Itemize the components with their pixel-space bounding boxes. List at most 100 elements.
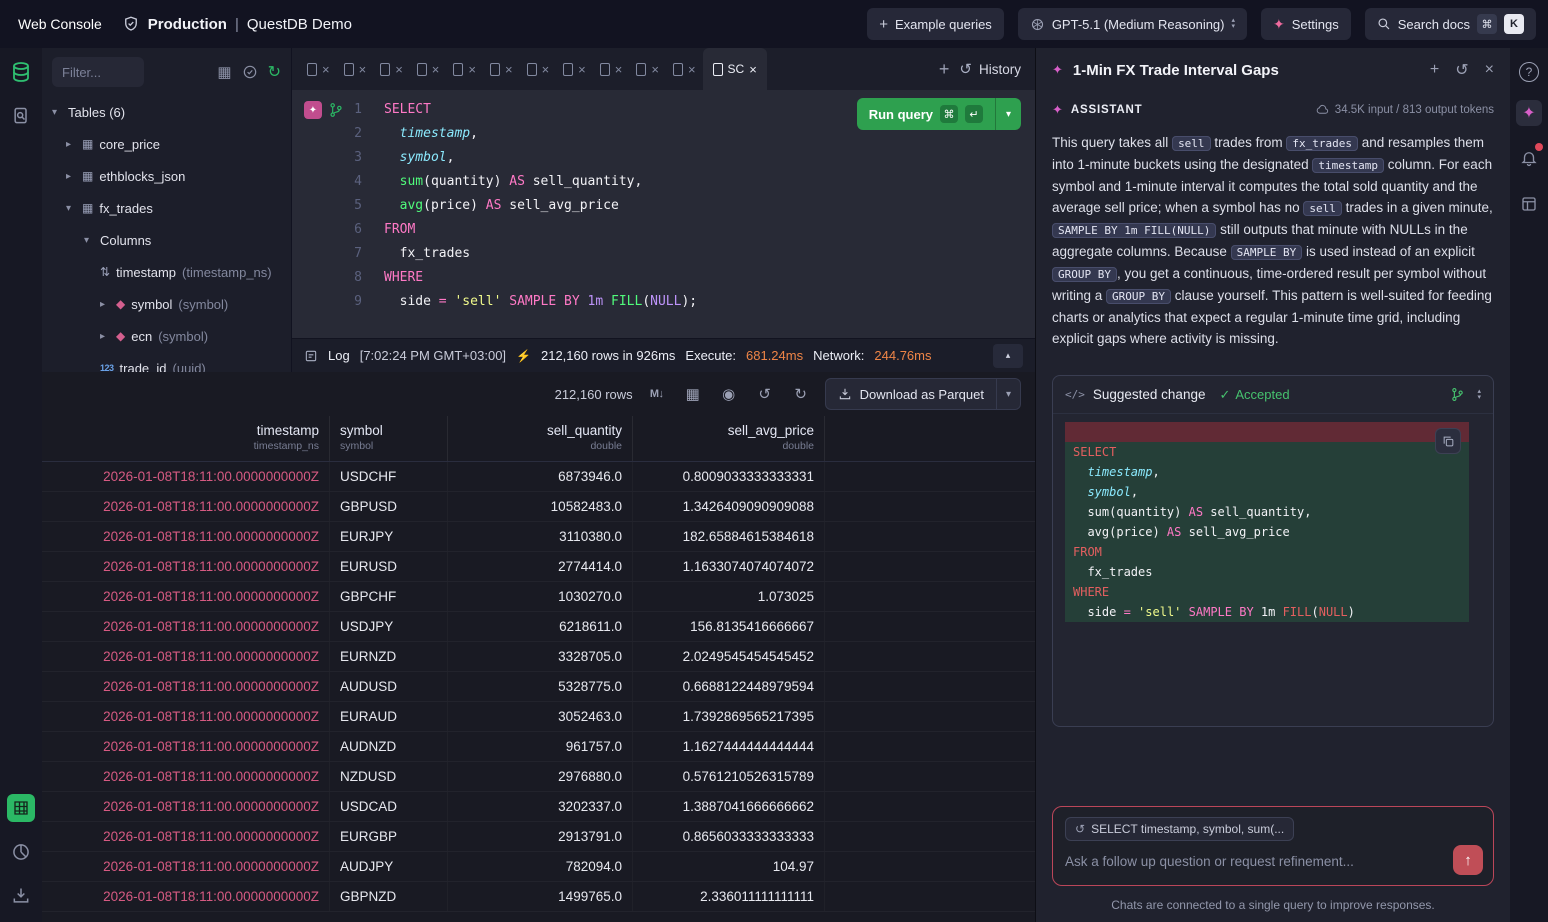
example-queries-button[interactable]: + Example queries [867, 8, 1004, 40]
close-tab-icon[interactable]: × [542, 62, 550, 77]
editor-tab[interactable]: × [593, 48, 630, 90]
table-row[interactable]: 2026-01-08T18:11:00.0000000000ZAUDNZD961… [42, 732, 1035, 762]
table-row[interactable]: 2026-01-08T18:11:00.0000000000ZGBPUSD105… [42, 492, 1035, 522]
refresh-icon[interactable]: ↻ [268, 62, 281, 82]
close-tab-icon[interactable]: × [395, 62, 403, 77]
code-line[interactable]: 5 avg(price) AS sell_avg_price [292, 194, 1035, 218]
column-item-trade-id[interactable]: 123 trade_id (uuid) [42, 352, 291, 372]
editor-tab[interactable]: × [666, 48, 703, 90]
sql-editor[interactable]: ✦ 1SELECT2 timestamp,3 symbol,4 sum(quan… [292, 90, 1035, 338]
query-history-icon[interactable]: ↺ [753, 382, 777, 406]
expand-collapse-icon[interactable]: ▴▾ [1477, 389, 1481, 401]
table-row[interactable]: 2026-01-08T18:11:00.0000000000ZUSDCHF687… [42, 462, 1035, 492]
column-item-ecn[interactable]: ▸ ◆ ecn (symbol) [42, 320, 291, 352]
collapse-log-button[interactable]: ▴ [993, 344, 1023, 368]
table-row[interactable]: 2026-01-08T18:11:00.0000000000ZEURUSD277… [42, 552, 1035, 582]
history-button[interactable]: ↺ History [959, 60, 1021, 78]
close-tab-icon[interactable]: × [615, 62, 623, 77]
new-chat-button[interactable]: + [1430, 61, 1439, 79]
editor-tab-active[interactable]: SC× [703, 48, 767, 90]
model-selector[interactable]: GPT-5.1 (Medium Reasoning) ▴▾ [1018, 8, 1247, 40]
import-icon[interactable] [7, 882, 35, 910]
close-tab-icon[interactable]: × [578, 62, 586, 77]
questdb-logo[interactable] [7, 58, 35, 86]
table-row[interactable]: 2026-01-08T18:11:00.0000000000ZGBPNZD149… [42, 882, 1035, 912]
search-docs-button[interactable]: Search docs ⌘ K [1365, 8, 1536, 40]
close-tab-icon[interactable]: × [688, 62, 696, 77]
run-marker-icon[interactable] [328, 102, 344, 118]
query-context-chip[interactable]: ↺ SELECT timestamp, symbol, sum(... [1065, 817, 1294, 841]
table-row[interactable]: 2026-01-08T18:11:00.0000000000ZUSDCAD320… [42, 792, 1035, 822]
new-tab-button[interactable]: + [929, 59, 960, 80]
table-row[interactable]: 2026-01-08T18:11:00.0000000000ZUSDJPY621… [42, 612, 1035, 642]
close-tab-icon[interactable]: × [749, 62, 757, 77]
search-tables-icon[interactable] [7, 102, 35, 130]
instance-selector[interactable]: Production | QuestDB Demo [122, 15, 352, 33]
git-branch-icon[interactable] [1450, 387, 1465, 402]
code-line[interactable]: 7 fx_trades [292, 242, 1035, 266]
editor-tab[interactable]: × [300, 48, 337, 90]
close-tab-icon[interactable]: × [505, 62, 513, 77]
editor-tab[interactable]: × [446, 48, 483, 90]
run-options-button[interactable]: ▾ [995, 98, 1021, 130]
chat-history-button[interactable]: ↺ [1455, 60, 1468, 80]
column-header-symbol[interactable]: symbolsymbol [330, 416, 448, 461]
download-options-button[interactable]: ▾ [996, 379, 1020, 409]
notifications-icon[interactable] [1515, 144, 1543, 172]
editor-tab[interactable]: × [520, 48, 557, 90]
editor-tab[interactable]: × [483, 48, 520, 90]
table-item-ethblocks-json[interactable]: ▸ ▦ ethblocks_json [42, 160, 291, 192]
editor-tab[interactable]: × [337, 48, 374, 90]
column-header-sell_quantity[interactable]: sell_quantitydouble [448, 416, 633, 461]
editor-tab[interactable]: × [629, 48, 666, 90]
table-row[interactable]: 2026-01-08T18:11:00.0000000000ZEURGBP291… [42, 822, 1035, 852]
filter-input[interactable] [52, 57, 144, 87]
close-tab-icon[interactable]: × [651, 62, 659, 77]
table-item-core-price[interactable]: ▸ ▦ core_price [42, 128, 291, 160]
settings-button[interactable]: ✦ Settings [1261, 8, 1351, 40]
table-row[interactable]: 2026-01-08T18:11:00.0000000000ZEURJPY311… [42, 522, 1035, 552]
chart-panel-icon[interactable] [7, 838, 35, 866]
close-tab-icon[interactable]: × [359, 62, 367, 77]
ai-panel-icon[interactable]: ✦ [1516, 100, 1542, 126]
table-row[interactable]: 2026-01-08T18:11:00.0000000000ZAUDJPY782… [42, 852, 1035, 882]
close-tab-icon[interactable]: × [322, 62, 330, 77]
column-header-timestamp[interactable]: timestamptimestamp_ns [42, 416, 330, 461]
editor-tab[interactable]: × [410, 48, 447, 90]
download-parquet-button[interactable]: Download as Parquet [826, 379, 996, 409]
editor-tab[interactable]: × [556, 48, 593, 90]
code-line[interactable]: 3 symbol, [292, 146, 1035, 170]
tables-root[interactable]: ▾ Tables (6) [42, 96, 291, 128]
markdown-export-icon[interactable]: M↓ [645, 382, 669, 406]
chart-view-icon[interactable]: ◉ [717, 382, 741, 406]
close-tab-icon[interactable]: × [432, 62, 440, 77]
code-line[interactable]: 9 side = 'sell' SAMPLE BY 1m FILL(NULL); [292, 290, 1035, 314]
grid-panel-icon[interactable] [7, 794, 35, 822]
table-row[interactable]: 2026-01-08T18:11:00.0000000000ZAUDUSD532… [42, 672, 1035, 702]
datasets-panel-icon[interactable] [1515, 190, 1543, 218]
run-query-button[interactable]: Run query ⌘ ↵ [857, 98, 995, 130]
editor-code[interactable]: 1SELECT2 timestamp,3 symbol,4 sum(quanti… [292, 98, 1035, 314]
table-row[interactable]: 2026-01-08T18:11:00.0000000000ZGBPCHF103… [42, 582, 1035, 612]
help-icon[interactable]: ? [1519, 62, 1539, 82]
send-button[interactable]: ↑ [1453, 845, 1483, 875]
table-row[interactable]: 2026-01-08T18:11:00.0000000000ZNZDUSD297… [42, 762, 1035, 792]
column-item-timestamp[interactable]: ⇅ timestamp (timestamp_ns) [42, 256, 291, 288]
table-row[interactable]: 2026-01-08T18:11:00.0000000000ZEURNZD332… [42, 642, 1035, 672]
log-label[interactable]: Log [328, 348, 350, 363]
code-line[interactable]: 4 sum(quantity) AS sell_quantity, [292, 170, 1035, 194]
column-item-symbol[interactable]: ▸ ◆ symbol (symbol) [42, 288, 291, 320]
chat-input[interactable] [1065, 854, 1419, 869]
code-line[interactable]: 8WHERE [292, 266, 1035, 290]
check-circle-icon[interactable] [242, 64, 258, 80]
grid-view-icon[interactable]: ▦ [217, 63, 231, 81]
code-line[interactable]: 6FROM [292, 218, 1035, 242]
grid-copy-icon[interactable]: ▦ [681, 382, 705, 406]
close-tab-icon[interactable]: × [468, 62, 476, 77]
table-item-fx-trades[interactable]: ▾ ▦ fx_trades [42, 192, 291, 224]
rerun-icon[interactable]: ↻ [789, 382, 813, 406]
table-row[interactable]: 2026-01-08T18:11:00.0000000000ZEURAUD305… [42, 702, 1035, 732]
column-header-sell_avg_price[interactable]: sell_avg_pricedouble [633, 416, 825, 461]
copy-code-button[interactable] [1435, 428, 1461, 454]
columns-group[interactable]: ▾ Columns [42, 224, 291, 256]
